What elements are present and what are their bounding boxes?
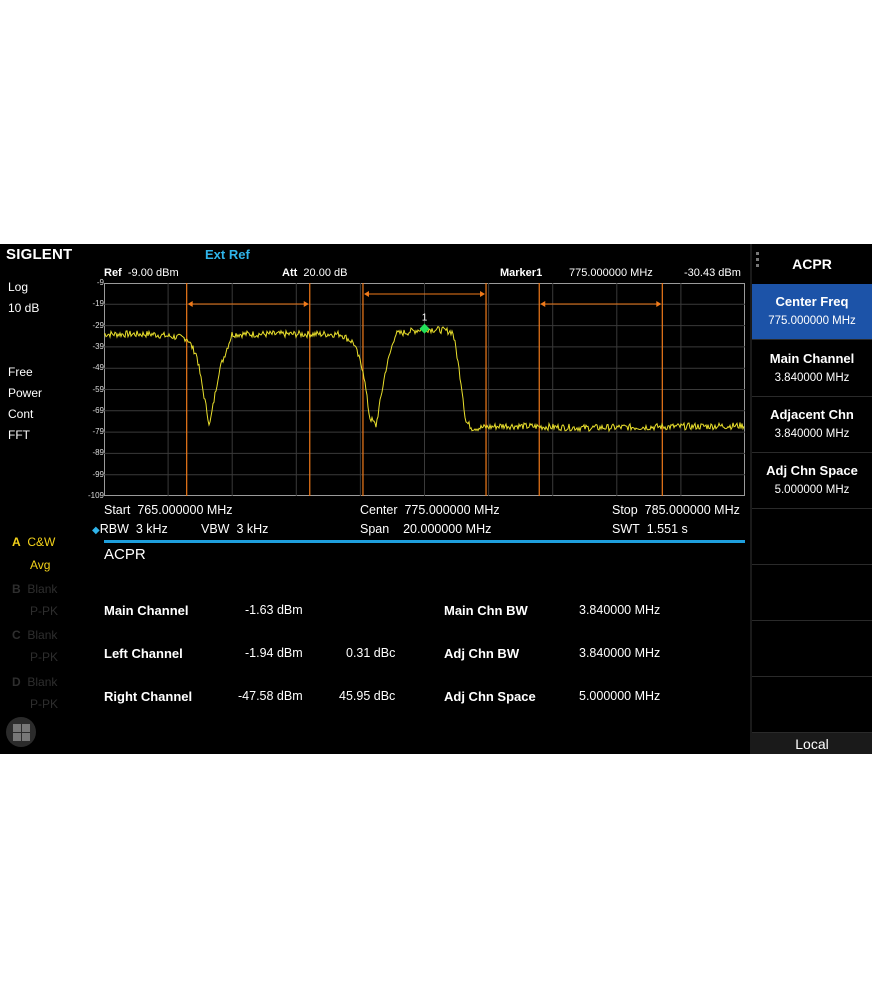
right-channel-label: Right Channel bbox=[104, 689, 193, 704]
y-tick-label: -59 bbox=[92, 384, 104, 394]
center-freq[interactable]: Center 775.000000 MHz bbox=[360, 503, 500, 517]
y-tick-label: -69 bbox=[92, 405, 104, 415]
menu-title: ACPR bbox=[792, 256, 832, 272]
stop-freq[interactable]: Stop 785.000000 MHz bbox=[612, 503, 740, 517]
sweep-type: FFT bbox=[8, 428, 30, 442]
y-tick-label: -89 bbox=[92, 448, 104, 458]
trace-c-detector: P-PK bbox=[30, 650, 59, 664]
left-channel-label: Left Channel bbox=[104, 646, 183, 661]
right-channel-ratio: 45.95 dBc bbox=[339, 689, 396, 703]
soft-menu: ACPR Center Freq 775.000000 MHz Main Chan… bbox=[752, 244, 872, 754]
vbw[interactable]: VBW 3 kHz bbox=[201, 522, 268, 536]
adj-chn-space-button[interactable]: Adj Chn Space 5.000000 MHz bbox=[752, 453, 872, 509]
menu-empty-slot-2[interactable] bbox=[752, 565, 872, 621]
main-channel-power: -1.63 dBm bbox=[245, 603, 303, 617]
main-channel-button[interactable]: Main Channel 3.840000 MHz bbox=[752, 341, 872, 397]
trace-d-detector: P-PK bbox=[30, 697, 59, 711]
y-tick-label: -109 bbox=[87, 491, 104, 500]
start-freq[interactable]: Start 765.000000 MHz bbox=[104, 503, 233, 517]
trace-b-detector: P-PK bbox=[30, 604, 59, 618]
y-tick-label: -29 bbox=[92, 320, 104, 330]
left-channel-power: -1.94 dBm bbox=[245, 646, 303, 660]
local-button[interactable]: Local bbox=[752, 733, 872, 754]
menu-empty-slot-4[interactable] bbox=[752, 677, 872, 733]
marker-frequency: 775.000000 MHz bbox=[569, 267, 653, 279]
marker-label: Marker1 bbox=[500, 267, 543, 279]
rbw-coupled-icon: ◆ bbox=[92, 525, 100, 536]
left-channel-ratio: 0.31 dBc bbox=[346, 646, 396, 660]
ext-ref-indicator: Ext Ref bbox=[205, 247, 250, 262]
adjacent-chn-button[interactable]: Adjacent Chn 3.840000 MHz bbox=[752, 397, 872, 453]
marker-1-label: 1 bbox=[422, 313, 428, 324]
adj-chn-bw-label: Adj Chn BW bbox=[444, 646, 520, 661]
scale-div[interactable]: 10 dB bbox=[8, 301, 39, 315]
main-channel-label: Main Channel bbox=[104, 603, 189, 618]
adj-chn-bw-value: 3.840000 MHz bbox=[579, 646, 661, 660]
adj-chn-space-label: Adj Chn Space bbox=[444, 689, 536, 704]
attenuation: Att 20.00 dB bbox=[282, 267, 348, 279]
analyzer-screen: SIGLENT Ext Ref Ref -9.00 dBm Att 20.00 … bbox=[0, 244, 872, 754]
results-title: ACPR bbox=[104, 546, 146, 563]
menu-empty-slot-1[interactable] bbox=[752, 509, 872, 565]
y-tick-label: -19 bbox=[92, 299, 104, 309]
adj-chn-space-value: 5.000000 MHz bbox=[579, 689, 661, 703]
sweep-mode: Power bbox=[8, 386, 43, 400]
marker-amplitude: -30.43 dBm bbox=[684, 267, 741, 279]
y-tick-label: -39 bbox=[92, 341, 104, 351]
main-chn-bw-value: 3.840000 MHz bbox=[579, 603, 661, 617]
ref-level: Ref -9.00 dBm bbox=[104, 267, 179, 279]
menu-empty-slot-3[interactable] bbox=[752, 621, 872, 677]
sweep-cont: Cont bbox=[8, 407, 34, 421]
trace-a[interactable]: A C&W bbox=[12, 535, 55, 549]
main-chn-bw-label: Main Chn BW bbox=[444, 603, 528, 618]
scale-type[interactable]: Log bbox=[8, 280, 28, 294]
brand-logo: SIGLENT bbox=[6, 246, 73, 263]
y-tick-label: -49 bbox=[92, 363, 104, 373]
y-tick-label: -79 bbox=[92, 427, 104, 437]
y-tick-label: -99 bbox=[92, 469, 104, 479]
apps-grid-icon[interactable] bbox=[6, 717, 36, 747]
results-divider bbox=[104, 540, 745, 543]
trace-c[interactable]: C Blank bbox=[12, 628, 57, 642]
y-tick-label: -9 bbox=[96, 278, 104, 287]
span[interactable]: Span 20.000000 MHz bbox=[360, 522, 491, 536]
trace-b[interactable]: B Blank bbox=[12, 582, 57, 596]
center-freq-button[interactable]: Center Freq 775.000000 MHz bbox=[752, 284, 872, 340]
trace-d[interactable]: D Blank bbox=[12, 675, 57, 689]
right-channel-power: -47.58 dBm bbox=[238, 689, 303, 703]
trace-a-detector: Avg bbox=[30, 558, 51, 572]
spectrum-plot[interactable]: 1 bbox=[104, 283, 745, 496]
trigger-mode: Free bbox=[8, 365, 33, 379]
rbw[interactable]: ◆RBW 3 kHz bbox=[92, 522, 168, 536]
sweep-time[interactable]: SWT 1.551 s bbox=[612, 522, 688, 536]
